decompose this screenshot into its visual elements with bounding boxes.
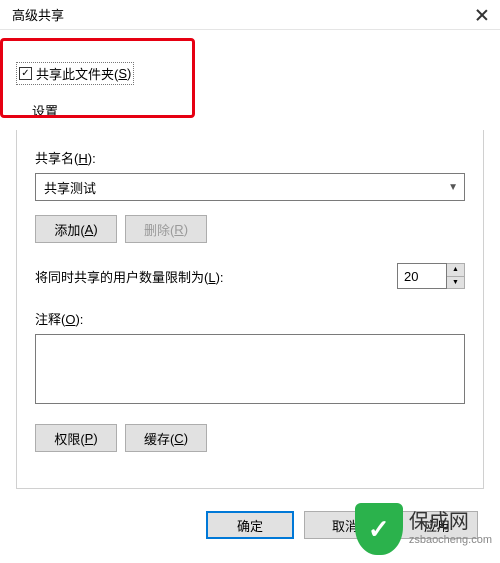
share-label-post: ) <box>127 66 131 81</box>
titlebar: 高级共享 <box>0 0 500 30</box>
watermark-url: zsbaocheng.com <box>409 534 492 547</box>
add-button[interactable]: 添加(A) <box>35 215 117 243</box>
perm-cache-row: 权限(P) 缓存(C) <box>35 424 465 452</box>
settings-group: 共享名(H): 共享测试 ▼ 添加(A) 删除(R) 将同时共享的用户数量限制为… <box>16 130 484 489</box>
check-icon: ✓ <box>368 514 390 545</box>
spinner-up-icon[interactable]: ▲ <box>447 264 464 277</box>
watermark-cn: 保成网 <box>409 510 492 534</box>
limit-label: 将同时共享的用户数量限制为(L): <box>35 267 224 286</box>
checkbox-icon <box>19 67 32 80</box>
share-checkbox-row: 共享此文件夹(S) <box>0 38 500 85</box>
comment-label: 注释(O): <box>35 309 465 328</box>
spinner-down-icon[interactable]: ▼ <box>447 277 464 289</box>
user-limit-input[interactable]: 20 <box>397 263 447 289</box>
permissions-button[interactable]: 权限(P) <box>35 424 117 452</box>
share-name-combobox[interactable]: 共享测试 ▼ <box>35 173 465 201</box>
share-name-label: 共享名(H): <box>35 148 465 167</box>
share-label-pre: 共享此文件夹( <box>36 64 118 83</box>
watermark: ✓ 保成网 zsbaocheng.com <box>355 503 492 555</box>
share-name-value: 共享测试 <box>44 178 96 197</box>
user-limit-row: 将同时共享的用户数量限制为(L): 20 ▲ ▼ <box>35 263 465 289</box>
cache-button[interactable]: 缓存(C) <box>125 424 207 452</box>
share-folder-checkbox[interactable]: 共享此文件夹(S) <box>16 62 134 85</box>
content-area: 共享此文件夹(S) 设置 共享名(H): 共享测试 ▼ 添加(A) 删除(R) <box>0 30 500 563</box>
close-icon[interactable] <box>476 9 488 21</box>
chevron-down-icon: ▼ <box>448 182 458 193</box>
user-limit-spinner[interactable]: 20 ▲ ▼ <box>397 263 465 289</box>
watermark-text: 保成网 zsbaocheng.com <box>409 510 492 547</box>
window-title: 高级共享 <box>12 5 64 24</box>
shield-icon: ✓ <box>355 503 403 555</box>
add-remove-row: 添加(A) 删除(R) <box>35 215 465 243</box>
advanced-sharing-window: 高级共享 共享此文件夹(S) 设置 共享名(H): 共享测试 ▼ 添加(A) <box>0 0 500 563</box>
comment-textarea[interactable] <box>35 334 465 404</box>
remove-button: 删除(R) <box>125 215 207 243</box>
spinner-buttons: ▲ ▼ <box>447 263 465 289</box>
ok-button[interactable]: 确定 <box>206 511 294 539</box>
share-hotkey: S <box>118 66 127 81</box>
settings-header: 设置 <box>0 85 500 120</box>
